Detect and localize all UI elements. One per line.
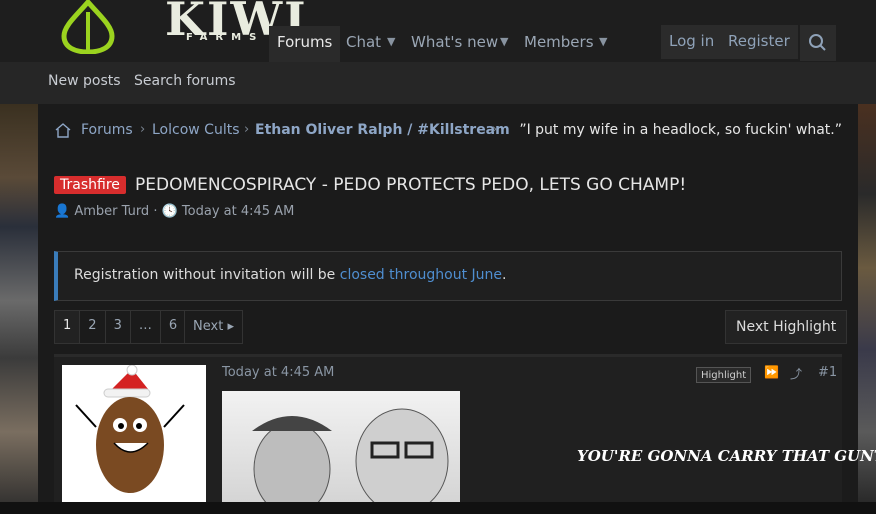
chat-dropdown-icon[interactable]: ▼ [387, 26, 395, 62]
highlight-badge[interactable]: Highlight [696, 367, 752, 383]
page-link-2[interactable]: 2 [80, 311, 106, 343]
thread-title-row: Trashfire PEDOMENCOSPIRACY - PEDO PROTEC… [54, 174, 686, 195]
meta-separator: · [153, 204, 162, 219]
background-collage-left [0, 104, 38, 514]
thread-date[interactable]: Today at 4:45 AM [182, 204, 294, 219]
main-content: Forums › Lolcow Cults › Ethan Oliver Ral… [38, 104, 876, 514]
clock-icon: 🕓 [161, 204, 178, 219]
post-number[interactable]: #1 [818, 365, 837, 380]
kiwi-logo-icon [61, 0, 115, 55]
notice-link[interactable]: closed throughout June [340, 267, 502, 283]
post-image-drawing [252, 408, 449, 514]
post-date[interactable]: Today at 4:45 AM [222, 365, 334, 380]
thread-title: PEDOMENCOSPIRACY - PEDO PROTECTS PEDO, L… [134, 174, 687, 195]
sub-navigation: New posts Search forums [0, 62, 876, 104]
thread-subtitle-quote: ”I put my wife in a headlock, so fuckin'… [519, 122, 842, 138]
page-ellipsis[interactable]: … [130, 311, 161, 343]
breadcrumb-ethan-ralph[interactable]: Ethan Oliver Ralph / #Killstream [255, 122, 510, 138]
thread-meta: 👤 Amber Turd · 🕓 Today at 4:45 AM [54, 204, 294, 219]
breadcrumb-forums[interactable]: Forums [81, 122, 133, 138]
home-icon[interactable] [54, 122, 72, 138]
footer-bar [0, 502, 876, 514]
new-posts-link[interactable]: New posts [48, 73, 121, 89]
notice-text-before: Registration without invitation will be [74, 267, 340, 283]
pagination: 1 2 3 … 6 [54, 310, 188, 344]
page-link-3[interactable]: 3 [105, 311, 131, 343]
thread-prefix-badge[interactable]: Trashfire [54, 175, 126, 194]
post: Today at 4:45 AM Highlight ⏩ ⤴ #1 YOU'RE… [54, 354, 876, 514]
notice-text-after: . [502, 267, 507, 283]
logo-subtitle: FARMS [186, 32, 265, 43]
registration-notice: Registration without invitation will be … [54, 251, 842, 301]
chevron-right-icon: ▸ [227, 319, 234, 334]
post-caption: YOU'RE GONNA CARRY THAT GUNT [577, 447, 876, 465]
next-page-label: Next [193, 319, 224, 334]
next-highlight-button[interactable]: Next Highlight [725, 310, 848, 344]
avatar[interactable] [62, 364, 206, 505]
login-button[interactable]: Log in [661, 25, 723, 59]
breadcrumb-chevron-icon: › [492, 122, 498, 137]
nav-tab-forums[interactable]: Forums [269, 26, 341, 62]
post-image[interactable] [222, 391, 460, 514]
thread-author[interactable]: Amber Turd [74, 204, 149, 219]
search-forums-link[interactable]: Search forums [134, 73, 236, 89]
members-dropdown-icon[interactable]: ▼ [599, 26, 607, 62]
user-icon: 👤 [54, 204, 71, 219]
view-replies-icon[interactable]: ⏩ [764, 365, 779, 379]
breadcrumb-lolcow-cults[interactable]: Lolcow Cults [152, 122, 240, 138]
notice-text: Registration without invitation will be … [74, 267, 506, 283]
nav-tab-chat[interactable]: Chat [346, 26, 381, 62]
search-icon [809, 34, 826, 51]
share-icon[interactable]: ⤴ [790, 365, 802, 382]
next-page-button[interactable]: Next ▸ [184, 310, 243, 344]
nav-tab-members[interactable]: Members [524, 26, 594, 62]
breadcrumb-chevron-icon: › [140, 122, 146, 137]
search-button[interactable] [800, 25, 836, 61]
whats-new-dropdown-icon[interactable]: ▼ [500, 26, 508, 62]
register-button[interactable]: Register [720, 25, 798, 59]
page-link-6[interactable]: 6 [160, 311, 187, 343]
breadcrumb-chevron-icon: › [244, 122, 250, 137]
site-logo[interactable]: KIWI FARMS [58, 0, 306, 55]
avatar-image [75, 364, 185, 493]
page-link-1[interactable]: 1 [55, 311, 81, 343]
nav-tab-whats-new[interactable]: What's new [411, 26, 498, 62]
site-header: KIWI FARMS Forums Chat ▼ What's new ▼ Me… [0, 0, 876, 62]
